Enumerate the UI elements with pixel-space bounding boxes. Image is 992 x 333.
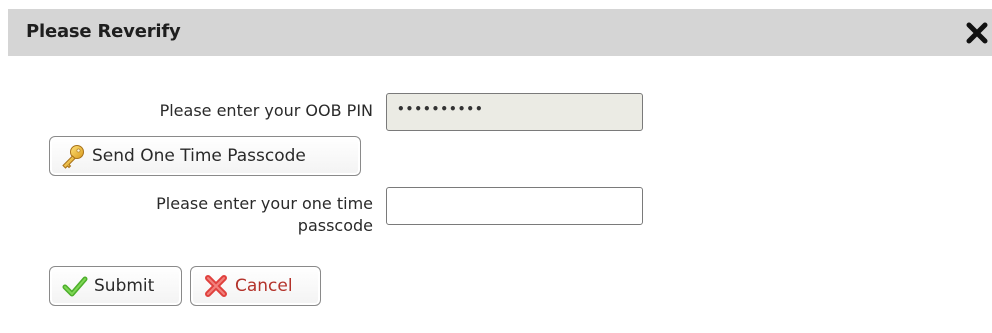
- pin-masked-value: ••••••••••: [397, 102, 484, 116]
- checkmark-icon: [62, 273, 88, 299]
- otp-field[interactable]: [386, 187, 643, 225]
- submit-button[interactable]: Submit: [49, 266, 182, 306]
- otp-label-line2: passcode: [297, 216, 373, 235]
- key-icon: [60, 143, 86, 169]
- submit-label: Submit: [94, 276, 155, 296]
- pin-field[interactable]: ••••••••••: [386, 93, 643, 131]
- send-one-time-passcode-label: Send One Time Passcode: [92, 146, 306, 166]
- dialog-titlebar: Please Reverify: [8, 9, 992, 56]
- close-button[interactable]: [966, 22, 988, 44]
- cancel-label: Cancel: [235, 276, 293, 296]
- send-one-time-passcode-button[interactable]: Send One Time Passcode: [49, 136, 361, 176]
- close-icon: [966, 22, 988, 44]
- otp-label-line1: Please enter your one time: [156, 194, 373, 213]
- x-icon: [203, 273, 229, 299]
- otp-label: Please enter your one time passcode: [53, 193, 373, 237]
- dialog-title: Please Reverify: [26, 21, 181, 42]
- pin-label: Please enter your OOB PIN: [159, 101, 373, 120]
- cancel-button[interactable]: Cancel: [190, 266, 321, 306]
